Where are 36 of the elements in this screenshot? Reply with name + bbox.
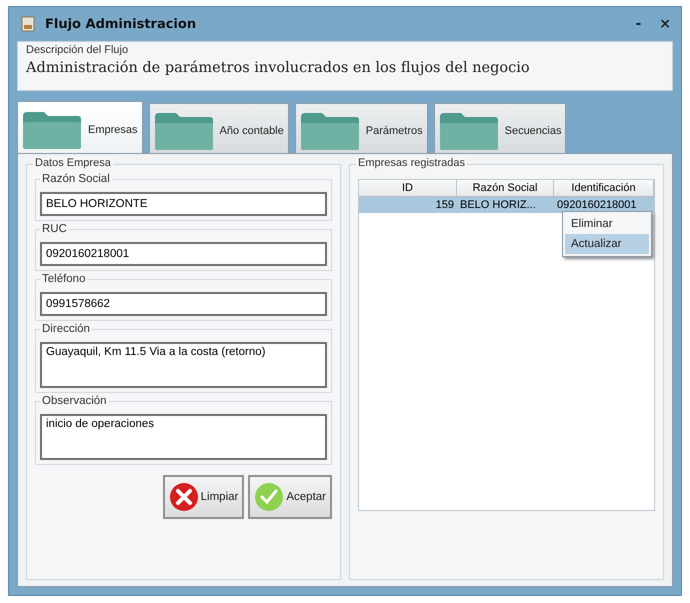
check-icon (254, 482, 284, 512)
field-label: Razón Social (40, 173, 112, 185)
tab[interactable]: Año contable (148, 103, 289, 153)
text-area[interactable]: Guayaquil, Km 11.5 Via a la costa (retorno) (40, 342, 327, 388)
group-legend: Datos Empresa (33, 157, 113, 169)
accept-button[interactable]: Aceptar (248, 475, 332, 519)
column-header[interactable]: Identificación (554, 180, 654, 196)
folder-icon (300, 110, 360, 150)
folder-icon (22, 110, 82, 150)
window-title: Flujo Administracion (45, 16, 198, 32)
app-icon (21, 16, 35, 32)
field-label: Observación (40, 395, 109, 407)
column-header[interactable]: Razón Social (457, 180, 554, 196)
minimize-button[interactable]: - (633, 16, 644, 32)
description-text: Administración de parámetros involucrados en los flujos del negocio (26, 60, 531, 76)
close-button[interactable]: × (657, 16, 673, 32)
input-field[interactable]: BELO HORIZONTE (40, 192, 327, 216)
cross-icon (168, 482, 199, 512)
menu-item[interactable]: Actualizar (565, 234, 649, 254)
menu-item[interactable]: Eliminar (565, 214, 649, 234)
field-label: Dirección (40, 323, 92, 335)
folder-icon (438, 110, 499, 150)
clear-button[interactable]: Limpiar (162, 475, 244, 519)
column-header[interactable]: ID (359, 180, 457, 196)
group-legend: Empresas registradas (356, 157, 467, 169)
table-row[interactable]: 159 BELO HORIZ... 0920160218001 (359, 197, 654, 213)
tab[interactable]: Parámetros (294, 103, 428, 153)
folder-icon (154, 110, 214, 150)
tab[interactable]: Secuencias (434, 103, 566, 153)
panel-legend: Descripción del Flujo (24, 44, 130, 56)
field-label: Teléfono (40, 273, 88, 285)
input-field[interactable]: 0991578662 (40, 292, 327, 316)
tab[interactable]: Empresas (17, 101, 143, 153)
text-area[interactable]: inicio de operaciones (40, 414, 327, 460)
input-field[interactable]: 0920160218001 (40, 242, 327, 266)
field-label: RUC (40, 223, 69, 235)
